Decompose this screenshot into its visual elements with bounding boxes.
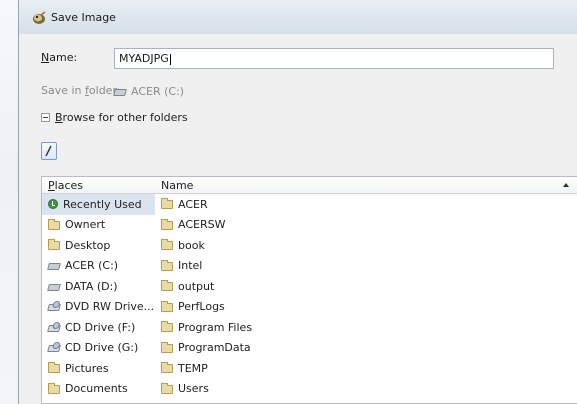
files-pane: Name ACER ACERSW book Intel output PerfLogs Pr…	[155, 176, 577, 404]
pencil-icon	[45, 145, 52, 157]
places-item[interactable]: Documents	[42, 379, 158, 400]
places-item[interactable]: Pictures	[42, 358, 158, 379]
folder-icon	[161, 218, 173, 230]
name-field[interactable]: MYADJPG	[114, 48, 554, 69]
files-list: ACER ACERSW book Intel output PerfLogs Program…	[155, 194, 577, 399]
file-name: Users	[178, 382, 209, 396]
places-item-label: Documents	[65, 382, 128, 396]
file-name: book	[178, 238, 205, 252]
places-item[interactable]: CD Drive (G:)	[42, 338, 158, 359]
places-item[interactable]: DATA (D:)	[42, 276, 158, 297]
places-item-label: Ownert	[65, 218, 106, 232]
dialog-body: Name: MYADJPG Save in folder: ACER (C:) …	[19, 34, 577, 404]
save-image-dialog: Save Image Name: MYADJPG Save in folder:…	[18, 0, 577, 404]
folder-icon	[161, 341, 173, 353]
file-list-item[interactable]: output	[155, 276, 577, 297]
places-item[interactable]: Ownert	[42, 215, 158, 236]
hard-drive-icon	[113, 88, 127, 96]
browse-label: Browse for other folders	[55, 111, 188, 124]
places-item[interactable]: ACER (C:)	[42, 256, 158, 277]
places-item-label: DVD RW Drive...	[65, 300, 155, 314]
name-label: Name:	[41, 51, 78, 64]
folder-icon	[161, 259, 173, 271]
folder-icon	[161, 198, 173, 210]
folder-row: Save in folder:	[41, 84, 120, 97]
file-name: ACER	[178, 197, 208, 211]
name-field-value: MYADJPG	[119, 52, 169, 65]
places-item-label: CD Drive (F:)	[65, 320, 136, 334]
folder-icon	[48, 239, 60, 251]
file-name: output	[178, 279, 215, 293]
file-list-item[interactable]: ACERSW	[155, 215, 577, 236]
file-name: TEMP	[178, 361, 208, 375]
file-name: PerfLogs	[178, 300, 225, 314]
places-item-label: CD Drive (G:)	[65, 341, 139, 355]
file-list-item[interactable]: Program Files	[155, 317, 577, 338]
file-list-item[interactable]: Users	[155, 379, 577, 400]
folder-value-text: ACER (C:)	[131, 84, 185, 98]
browse-other-folders-expander[interactable]: Browse for other folders	[41, 111, 188, 124]
folder-icon	[48, 382, 60, 394]
name-column-header[interactable]: Name	[155, 177, 577, 194]
gimp-app-icon	[33, 11, 46, 24]
places-header[interactable]: Places	[42, 177, 158, 194]
cd-drive-icon	[47, 324, 61, 332]
window-title: Save Image	[51, 11, 116, 24]
hard-drive-icon	[47, 263, 61, 271]
places-item-label: Desktop	[65, 238, 111, 252]
file-list-item[interactable]: Intel	[155, 256, 577, 277]
hard-drive-icon	[47, 283, 61, 291]
dvd-drive-icon	[47, 304, 61, 312]
title-bar[interactable]: Save Image	[19, 0, 577, 34]
folder-icon	[161, 300, 173, 312]
file-name: Intel	[178, 259, 203, 273]
path-edit-button[interactable]	[41, 142, 57, 160]
recent-icon	[48, 199, 58, 210]
folder-label: Save in folder:	[41, 84, 121, 97]
file-list-item[interactable]: ProgramData	[155, 338, 577, 359]
file-list-item[interactable]: ACER	[155, 194, 577, 215]
places-pane: Places Recently Used Ownert Desktop ACER (C…	[41, 176, 159, 404]
file-name: ACERSW	[178, 218, 226, 232]
file-name: ProgramData	[178, 341, 251, 355]
folder-icon	[48, 362, 60, 374]
folder-icon	[161, 239, 173, 251]
places-item-label: Recently Used	[63, 197, 142, 211]
file-list-item[interactable]: book	[155, 235, 577, 256]
places-item[interactable]: CD Drive (F:)	[42, 317, 158, 338]
places-item-label: ACER (C:)	[65, 259, 119, 273]
folder-icon	[161, 362, 173, 374]
places-item-label: DATA (D:)	[65, 279, 118, 293]
places-item-label: Pictures	[65, 361, 109, 375]
places-list: Recently Used Ownert Desktop ACER (C:) DATA …	[42, 194, 158, 399]
places-item[interactable]: Recently Used	[42, 194, 158, 215]
save-in-folder-value[interactable]: ACER (C:)	[113, 82, 185, 100]
file-list-item[interactable]: PerfLogs	[155, 297, 577, 318]
folder-icon	[161, 321, 173, 333]
sort-ascending-icon	[563, 183, 569, 187]
folder-icon	[48, 218, 60, 230]
file-name: Program Files	[178, 320, 253, 334]
cd-drive-icon	[47, 345, 61, 353]
text-cursor	[169, 53, 171, 65]
places-item[interactable]: Desktop	[42, 235, 158, 256]
name-row: Name:	[41, 51, 77, 64]
folder-icon	[161, 280, 173, 292]
folder-icon	[161, 382, 173, 394]
file-list-item[interactable]: TEMP	[155, 358, 577, 379]
collapse-icon	[41, 113, 50, 122]
places-item[interactable]: DVD RW Drive...	[42, 297, 158, 318]
